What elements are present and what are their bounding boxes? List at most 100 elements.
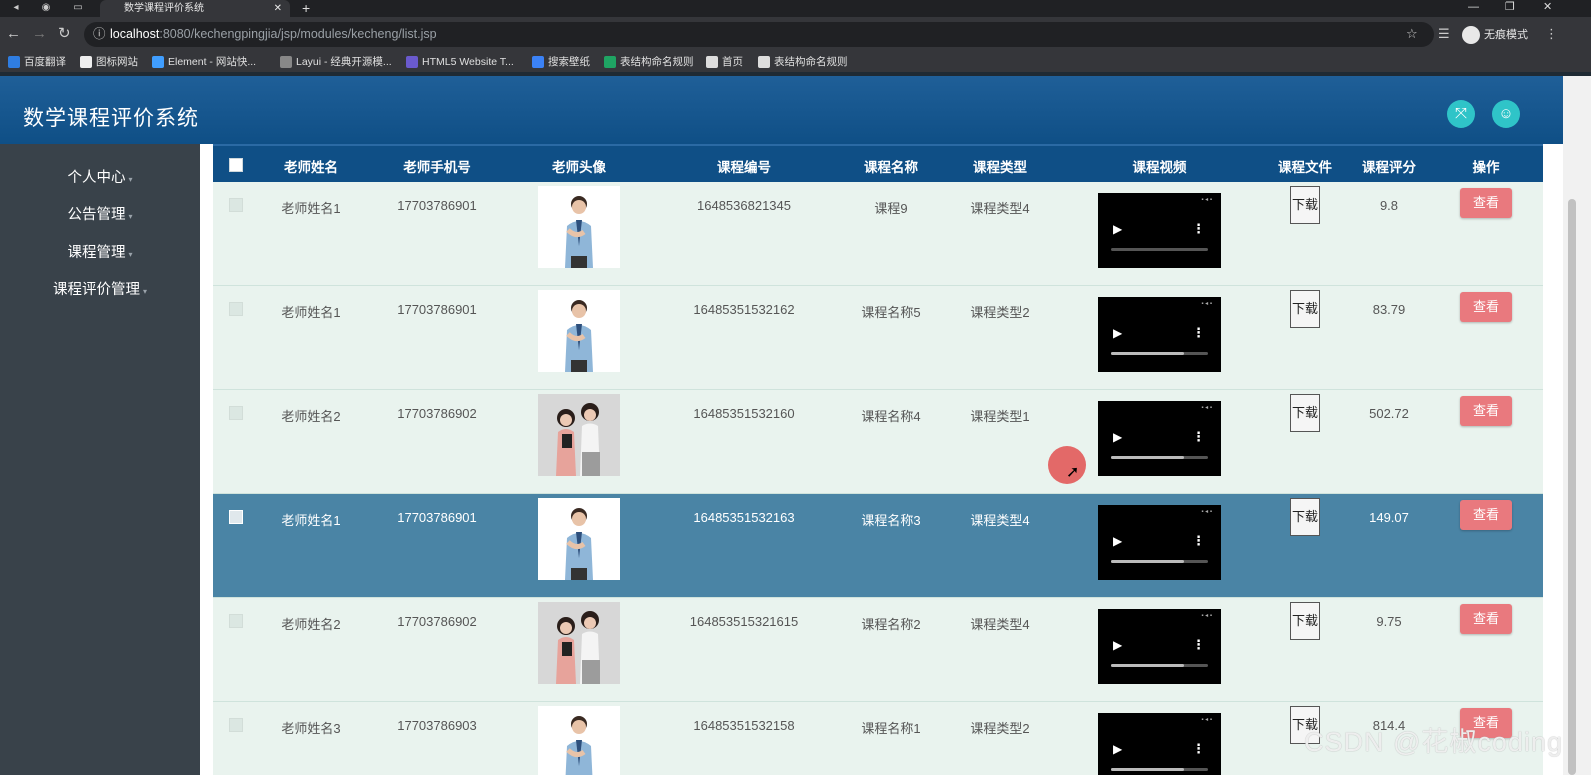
view-button[interactable]: 查看 [1460, 604, 1512, 634]
reading-list-icon[interactable]: ☰ [1438, 26, 1450, 42]
play-icon[interactable]: ▶ [1113, 638, 1122, 652]
table-row[interactable]: 老师姓名1 17703786901 16485351532163 课程名称3 课… [213, 494, 1543, 598]
column-header[interactable]: 课程评分 [1355, 156, 1423, 176]
column-header[interactable]: 老师姓名 [263, 156, 359, 176]
bookmark-item[interactable]: Element - 网站快... [152, 55, 256, 69]
table-row[interactable]: 老师姓名2 17703786902 16485351532160 课程名称4 课… [213, 390, 1543, 494]
view-button[interactable]: 查看 [1460, 500, 1512, 530]
bookmark-item[interactable]: 百度翻译 [8, 55, 66, 69]
play-icon[interactable]: ▶ [1113, 742, 1122, 756]
tab-search-icon[interactable]: ◉ [38, 1, 54, 15]
teacher-phone: 17703786901 [397, 302, 477, 317]
video-progress-bar[interactable] [1111, 768, 1208, 771]
column-header[interactable]: 老师头像 [538, 156, 620, 176]
video-progress-bar[interactable] [1111, 664, 1208, 667]
main-content: 老师姓名 老师手机号 老师头像 课程编号 课程名称 课程类型 课程视频 课程文件… [200, 144, 1563, 775]
bookmark-item[interactable]: 搜索壁纸 [532, 55, 590, 69]
column-header[interactable]: 课程编号 [683, 156, 805, 176]
row-checkbox[interactable] [229, 718, 243, 732]
row-checkbox[interactable] [229, 406, 243, 420]
minimize-icon[interactable]: — [1468, 0, 1479, 14]
download-button[interactable]: 下载 [1290, 602, 1320, 640]
reload-icon[interactable]: ↻ [58, 25, 71, 43]
course-name: 课程9 [874, 201, 908, 216]
row-checkbox[interactable] [229, 510, 243, 524]
bookmark-item[interactable]: 表结构命名规则 [604, 55, 694, 69]
play-icon[interactable]: ▶ [1113, 534, 1122, 548]
view-button[interactable]: 查看 [1460, 292, 1512, 322]
row-checkbox[interactable] [229, 302, 243, 316]
close-window-icon[interactable]: ✕ [1543, 0, 1552, 14]
row-checkbox[interactable] [229, 198, 243, 212]
scrollbar-thumb[interactable] [1568, 199, 1576, 775]
more-options-icon[interactable]: ⋮ [1192, 325, 1205, 341]
sidebar-item-course-review-management[interactable]: 课程评价管理 [0, 272, 200, 308]
column-header[interactable]: 课程类型 [958, 156, 1042, 176]
browser-menu-icon[interactable]: ⋮ [1545, 26, 1558, 42]
teacher-phone: 17703786901 [397, 510, 477, 525]
bookmark-label: 搜索壁纸 [548, 56, 590, 68]
video-progress-bar[interactable] [1111, 248, 1208, 251]
back-icon[interactable]: ← [6, 25, 21, 43]
more-options-icon[interactable]: ⋮ [1192, 533, 1205, 549]
sidebar: 个人中心 公告管理 课程管理 课程评价管理 [0, 144, 200, 775]
download-button[interactable]: 下载 [1290, 186, 1320, 224]
play-icon[interactable]: ▶ [1113, 430, 1122, 444]
video-progress-bar[interactable] [1111, 352, 1208, 355]
row-checkbox[interactable] [229, 614, 243, 628]
sidebar-item-notice-management[interactable]: 公告管理 [0, 197, 200, 233]
column-header[interactable]: 课程名称 [849, 156, 933, 176]
more-options-icon[interactable]: ⋮ [1192, 741, 1205, 757]
tab-close-icon[interactable]: ✕ [274, 0, 282, 17]
view-button[interactable]: 查看 [1460, 396, 1512, 426]
course-video-player[interactable]: ▪ ◂ ▪ ▶ ⋮ [1098, 713, 1221, 775]
column-header[interactable]: 课程文件 [1271, 156, 1339, 176]
sidebar-item-personal-center[interactable]: 个人中心 [0, 160, 200, 196]
incognito-badge[interactable]: 无痕模式 [1462, 25, 1528, 45]
sidebar-item-course-management[interactable]: 课程管理 [0, 235, 200, 271]
teacher-phone: 17703786902 [397, 406, 477, 421]
fullscreen-icon[interactable]: ⤧ [1447, 100, 1475, 128]
site-info-icon[interactable]: ⓘ [93, 22, 106, 47]
browser-tab[interactable]: 数学课程评价系统 ✕ [100, 0, 290, 17]
restore-icon[interactable]: ❐ [1505, 0, 1515, 14]
bookmark-item[interactable]: Layui - 经典开源模... [280, 55, 392, 69]
forward-icon[interactable]: → [32, 25, 47, 43]
bookmark-item[interactable]: 表结构命名规则 [758, 55, 848, 69]
tab-audio-icon[interactable]: ◂ [8, 1, 24, 15]
download-button[interactable]: 下载 [1290, 498, 1320, 536]
user-icon[interactable]: ☺ [1492, 100, 1520, 128]
select-all-checkbox[interactable] [229, 158, 243, 172]
course-video-player[interactable]: ▪ ◂ ▪ ▶ ⋮ [1098, 505, 1221, 580]
video-progress-bar[interactable] [1111, 456, 1208, 459]
bookmark-star-icon[interactable]: ☆ [1406, 26, 1418, 42]
course-video-player[interactable]: ▪ ◂ ▪ ▶ ⋮ [1098, 609, 1221, 684]
course-video-player[interactable]: ▪ ◂ ▪ ▶ ⋮ [1098, 401, 1221, 476]
download-button[interactable]: 下载 [1290, 290, 1320, 328]
column-header[interactable]: 课程视频 [1098, 156, 1221, 176]
tab-group-icon[interactable]: ▭ [70, 1, 86, 15]
play-icon[interactable]: ▶ [1113, 222, 1122, 236]
table-row[interactable]: 老师姓名1 17703786901 1648536821345 课程9 课程类型… [213, 182, 1543, 286]
more-options-icon[interactable]: ⋮ [1192, 221, 1205, 237]
table-row[interactable]: 老师姓名1 17703786901 16485351532162 课程名称5 课… [213, 286, 1543, 390]
play-icon[interactable]: ▶ [1113, 326, 1122, 340]
bookmark-label: Element - 网站快... [168, 56, 257, 68]
course-video-player[interactable]: ▪ ◂ ▪ ▶ ⋮ [1098, 193, 1221, 268]
column-header[interactable]: 操作 [1453, 156, 1519, 176]
bookmark-item[interactable]: HTML5 Website T... [406, 55, 514, 69]
table-row[interactable]: 老师姓名2 17703786902 164853515321615 课程名称2 … [213, 598, 1543, 702]
download-button[interactable]: 下载 [1290, 394, 1320, 432]
bookmark-item[interactable]: 首页 [706, 55, 743, 69]
address-bar[interactable]: ⓘ localhost:8080/kechengpingjia/jsp/modu… [84, 22, 1434, 47]
more-options-icon[interactable]: ⋮ [1192, 429, 1205, 445]
video-progress-bar[interactable] [1111, 560, 1208, 563]
video-indicator-icon: ▪ ◂ ▪ [1201, 509, 1212, 515]
bookmark-item[interactable]: 图标网站 [80, 55, 138, 69]
more-options-icon[interactable]: ⋮ [1192, 637, 1205, 653]
course-video-player[interactable]: ▪ ◂ ▪ ▶ ⋮ [1098, 297, 1221, 372]
column-header[interactable]: 老师手机号 [383, 156, 491, 176]
new-tab-button[interactable]: + [302, 0, 310, 16]
view-button[interactable]: 查看 [1460, 188, 1512, 218]
page-scrollbar[interactable] [1563, 76, 1591, 775]
